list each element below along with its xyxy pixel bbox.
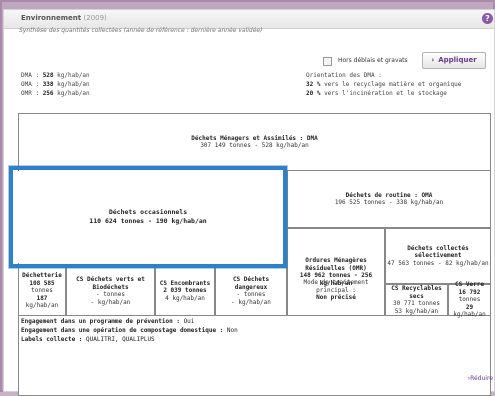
help-icon[interactable]: ? (482, 13, 493, 24)
footer-prevention: Engagement dans un programme de préventi… (21, 318, 195, 325)
panel-title: Environnement (2009) (21, 14, 107, 22)
hors-deblais-checkbox[interactable] (323, 57, 332, 66)
routine-box: Déchets de routine : OMA 196 525 tonnes -… (287, 170, 491, 228)
apply-button[interactable]: › Appliquer (422, 52, 486, 69)
small-cell-dechets-verts: CS Déchets verts et Biodéchets - tonnes - … (66, 266, 155, 316)
chevron-right-icon: › (431, 56, 435, 64)
footer-labels: Labels collecte : QUALITRI, QUALIPLUS (21, 336, 155, 343)
small-cell-verre: CS Verre 16 792 tonnes 29 kg/hab/an (448, 281, 491, 318)
small-cell-encombrants: CS Encombrants 2 039 tonnes 4 kg/hab/an (155, 266, 215, 316)
dma-summary: DMA : 528 kg/hab/an (21, 72, 90, 79)
footer-compostage: Engagement dans une opération de compost… (21, 327, 238, 334)
dma-box: Déchets Ménagers et Assimilés : DMA 307 1… (18, 113, 491, 170)
small-cell-dechetterie: Déchetterie 108 585 tonnes 187 kg/hab/an (18, 266, 66, 316)
oma-summary: OMA : 338 kg/hab/an (21, 81, 90, 88)
highlight-overlay (9, 166, 287, 268)
omr-summary: OMR : 256 kg/hab/an (21, 90, 90, 97)
orientation-title: Orientation des DMA : (306, 72, 382, 79)
hors-deblais-label: Hors déblais et gravats (338, 57, 408, 64)
collecte-box: Déchets collectés sélectivement 47 563 to… (385, 228, 491, 284)
orientation-recyclage: 32 % vers le recyclage matière et organi… (306, 81, 462, 88)
reduire-link[interactable]: ›Réduire (468, 375, 493, 382)
panel-subtitle: Synthèse des quantités collectées (année… (19, 27, 263, 34)
small-cell-recyclables: CS Recyclables secs 30 771 tonnes 53 kg/ha… (385, 284, 448, 316)
orientation-incineration: 20 % vers l'incinération et le stockage (306, 90, 447, 97)
small-cell-dangereux: CS Déchets dangereux - tonnes - kg/hab/an (215, 266, 287, 316)
traitement-cell: Mode de traitement principal : Non précis… (287, 266, 385, 316)
